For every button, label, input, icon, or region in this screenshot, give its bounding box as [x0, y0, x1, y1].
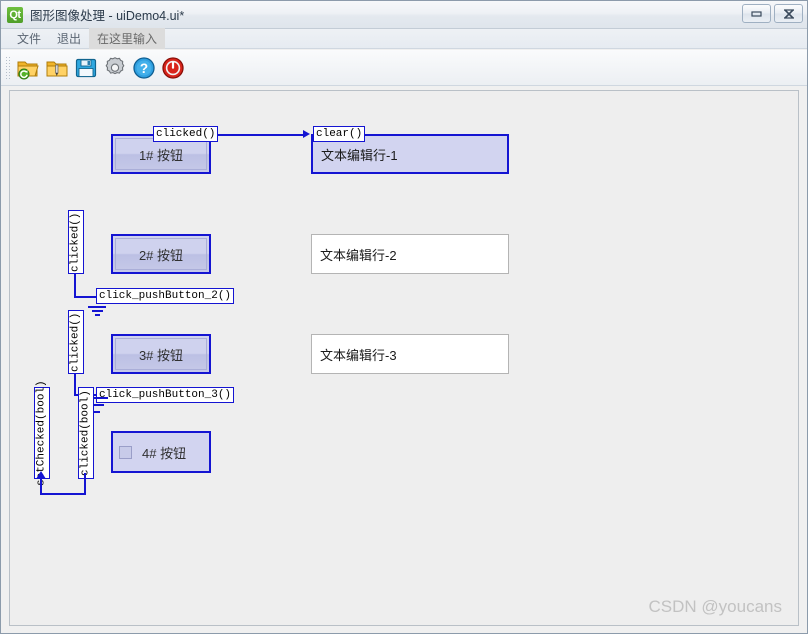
connection-wire-2-vertical [74, 274, 76, 298]
feedback-wire-up [40, 479, 42, 495]
push-button-2[interactable]: 2# 按钮 [111, 234, 211, 274]
connection-wire-1 [211, 134, 305, 136]
slot-chip-clear[interactable]: clear() [313, 126, 365, 142]
feedback-wire-across [40, 493, 86, 495]
feedback-arrow [36, 471, 46, 479]
menu-item-exit[interactable]: 退出 [49, 28, 89, 49]
title-bar: Qt 图形图像处理 - uiDemo4.ui* [1, 1, 807, 29]
signal-chip-clicked-2[interactable]: clicked() [68, 210, 84, 274]
push-button-3-label: 3# 按钮 [139, 345, 183, 364]
line-edit-2[interactable]: 文本编辑行-2 [311, 234, 509, 274]
svg-text:?: ? [140, 61, 148, 76]
exit-button[interactable] [160, 55, 186, 81]
form-canvas[interactable]: 1# 按钮 文本编辑行-1 clicked() clear() 2# 按钮 文本… [9, 90, 799, 626]
terminal-tick-2 [94, 404, 104, 406]
signal-chip-clicked-1[interactable]: clicked() [153, 126, 218, 142]
ground-symbol-2 [88, 306, 106, 318]
feedback-wire-down [84, 473, 86, 495]
line-edit-1-label: 文本编辑行-1 [321, 145, 398, 164]
terminal-tick-3 [94, 411, 100, 413]
connection-wire-3-vertical [74, 374, 76, 396]
menu-item-file[interactable]: 文件 [9, 28, 49, 49]
toolbar-drag-handle[interactable] [4, 56, 12, 80]
line-edit-2-label: 文本编辑行-2 [320, 245, 397, 264]
signal-chip-clicked-3[interactable]: clicked() [68, 310, 84, 374]
qt-logo-icon: Qt [7, 7, 23, 23]
open-folder-refresh-button[interactable] [15, 55, 41, 81]
save-button[interactable] [73, 55, 99, 81]
checkbox-indicator[interactable] [119, 446, 132, 459]
signal-chip-clicked-bool[interactable]: clicked(bool) [78, 387, 94, 479]
power-off-icon [161, 56, 185, 80]
qt-designer-window: Qt 图形图像处理 - uiDemo4.ui* 文件 退出 在这里输入 [0, 0, 808, 634]
floppy-disk-icon [74, 56, 98, 80]
slot-chip-setchecked[interactable]: setChecked(bool) [34, 387, 50, 479]
menu-bar: 文件 退出 在这里输入 [1, 29, 807, 49]
question-circle-icon: ? [132, 56, 156, 80]
help-button[interactable]: ? [131, 55, 157, 81]
settings-button[interactable] [102, 55, 128, 81]
folder-pencil-icon [45, 56, 69, 80]
close-button[interactable] [774, 4, 803, 23]
connection-arrow-1 [303, 130, 310, 138]
watermark: CSDN @youcans [649, 597, 782, 617]
push-button-2-label: 2# 按钮 [139, 245, 183, 264]
check-button-4-label: 4# 按钮 [142, 443, 186, 462]
push-button-1-label: 1# 按钮 [139, 145, 183, 164]
tool-bar: ? [1, 50, 807, 86]
minimize-button[interactable] [742, 4, 771, 23]
connection-wire-2-horizontal [74, 296, 98, 298]
folder-open-refresh-icon [16, 56, 40, 80]
slot-chip-click-pushbutton-2[interactable]: click_pushButton_2() [96, 288, 234, 304]
line-edit-3-label: 文本编辑行-3 [320, 345, 397, 364]
close-icon [782, 8, 796, 20]
folder-tool-button[interactable] [44, 55, 70, 81]
minimize-icon [750, 8, 763, 19]
push-button-3[interactable]: 3# 按钮 [111, 334, 211, 374]
gear-icon [103, 56, 127, 80]
window-controls [742, 4, 803, 23]
slot-chip-click-pushbutton-3[interactable]: click_pushButton_3() [96, 387, 234, 403]
menu-item-placeholder[interactable]: 在这里输入 [89, 28, 165, 49]
terminal-tick-1 [94, 397, 108, 399]
line-edit-3[interactable]: 文本编辑行-3 [311, 334, 509, 374]
window-title: 图形图像处理 - uiDemo4.ui* [30, 5, 184, 24]
check-button-4[interactable]: 4# 按钮 [111, 431, 211, 473]
